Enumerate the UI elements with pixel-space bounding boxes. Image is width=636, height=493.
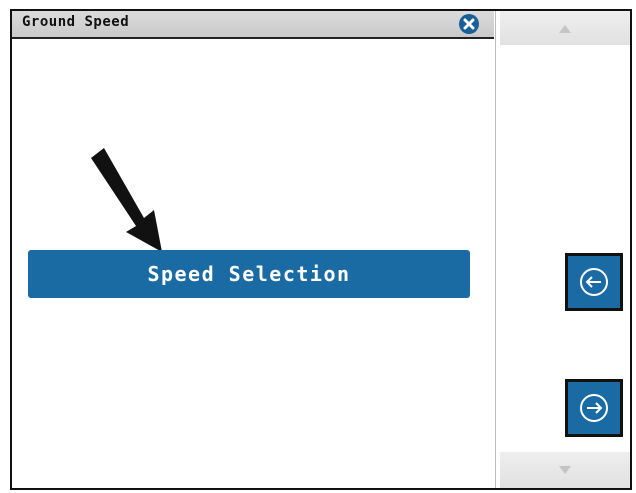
window-title: Ground Speed — [22, 14, 130, 30]
triangle-up-icon — [559, 25, 571, 33]
scroll-down-button[interactable] — [500, 452, 630, 488]
title-bar: Ground Speed — [12, 11, 494, 39]
close-icon — [463, 18, 475, 30]
next-page-button[interactable] — [565, 379, 623, 437]
previous-page-button[interactable] — [565, 253, 623, 311]
speed-selection-button[interactable]: Speed Selection — [28, 250, 470, 298]
triangle-down-icon — [559, 466, 571, 474]
arrow-left-circle-icon — [580, 268, 608, 296]
close-button[interactable] — [459, 14, 479, 34]
pointer-arrow-icon — [91, 148, 162, 252]
speed-selection-label: Speed Selection — [147, 262, 351, 286]
scroll-up-button[interactable] — [500, 11, 630, 45]
arrow-right-circle-icon — [580, 394, 608, 422]
